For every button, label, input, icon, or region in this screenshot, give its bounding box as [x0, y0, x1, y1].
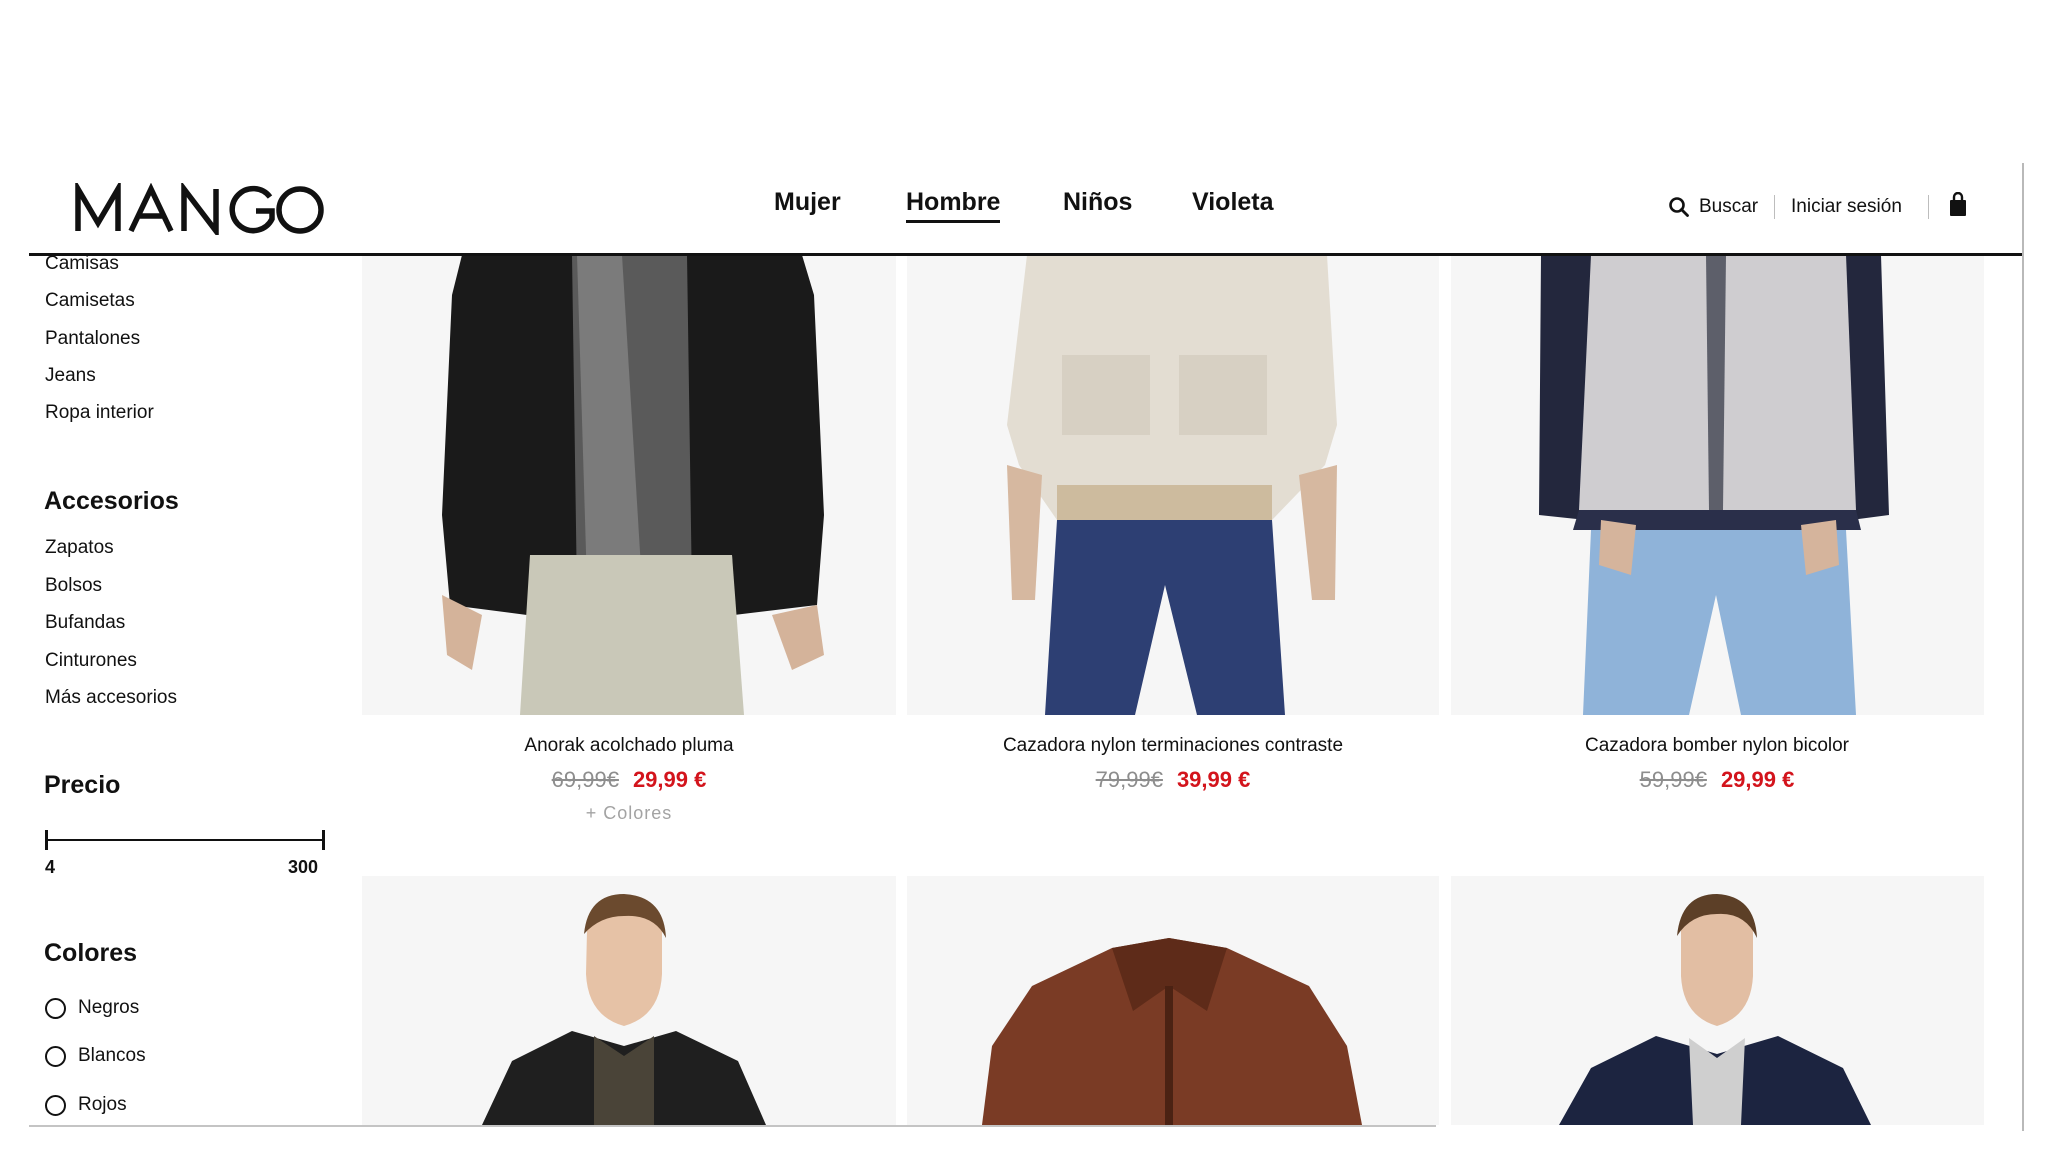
- login-link[interactable]: Iniciar sesión: [1791, 196, 1902, 218]
- color-option-blancos[interactable]: Blancos: [45, 1043, 146, 1069]
- color-option-label: Blancos: [78, 1045, 146, 1066]
- sidebar-link-camisetas[interactable]: Camisetas: [45, 290, 135, 312]
- price-slider-max-handle[interactable]: [322, 830, 325, 850]
- price-min-label: 4: [45, 857, 56, 877]
- product-photo: [442, 255, 824, 715]
- product-image-cazadora-contraste[interactable]: [907, 255, 1439, 715]
- sidebar-link-pantalones[interactable]: Pantalones: [45, 328, 140, 350]
- sidebar-link-bolsos[interactable]: Bolsos: [45, 575, 102, 597]
- product-name[interactable]: Cazadora nylon terminaciones contraste: [907, 735, 1439, 757]
- sidebar-link-camisas[interactable]: Camisas: [45, 253, 119, 275]
- product-name[interactable]: Cazadora bomber nylon bicolor: [1451, 735, 1983, 757]
- radio-button[interactable]: [45, 1045, 66, 1067]
- nav-violeta[interactable]: Violeta: [1192, 188, 1274, 217]
- product-sale-price: 29,99 €: [632, 767, 707, 792]
- shopping-bag-icon[interactable]: [1948, 192, 1968, 218]
- product-image-leather-jacket-model[interactable]: [362, 876, 896, 1125]
- sidebar-link-ropa-interior[interactable]: Ropa interior: [45, 402, 154, 424]
- header-divider-line: [29, 253, 2022, 256]
- radio-button[interactable]: [45, 997, 66, 1019]
- product-photo: [1559, 894, 1871, 1125]
- price-slider-min-handle[interactable]: [45, 830, 48, 850]
- product-card-bomber-bicolor: Cazadora bomber nylon bicolor 59,99€ 29,9…: [1451, 735, 1983, 793]
- window-edge-right: [2022, 163, 2024, 1131]
- product-name[interactable]: Anorak acolchado pluma: [363, 735, 895, 757]
- color-option-label: Negros: [78, 997, 140, 1018]
- product-image-navy-jacket-model[interactable]: [1451, 876, 1984, 1125]
- product-prices: 79,99€ 39,99 €: [907, 767, 1439, 793]
- accessories-heading: Accesorios: [44, 487, 179, 515]
- color-option-negros[interactable]: Negros: [45, 995, 139, 1021]
- window-edge-bottom: [29, 1125, 1436, 1127]
- product-card-cazadora-contraste: Cazadora nylon terminaciones contraste 7…: [907, 735, 1439, 793]
- product-image-bomber-bicolor[interactable]: [1451, 255, 1984, 715]
- price-max-label: 300: [288, 857, 319, 877]
- product-prices: 69,99€ 29,99 €: [363, 767, 895, 793]
- price-heading: Precio: [44, 771, 121, 799]
- nav-ninos[interactable]: Niños: [1063, 188, 1132, 217]
- more-colors-link[interactable]: + Colores: [363, 803, 895, 824]
- color-option-rojos[interactable]: Rojos: [45, 1092, 127, 1118]
- color-option-label: Rojos: [78, 1094, 127, 1115]
- search-link[interactable]: Buscar: [1699, 196, 1758, 218]
- product-photo: [1539, 255, 1889, 715]
- product-photo: [982, 938, 1362, 1125]
- product-old-price: 79,99€: [1095, 767, 1163, 792]
- colors-heading: Colores: [44, 939, 138, 967]
- product-old-price: 59,99€: [1639, 767, 1707, 792]
- price-range-slider[interactable]: [45, 830, 325, 852]
- header-divider: [1928, 195, 1929, 219]
- product-sale-price: 29,99 €: [1720, 767, 1795, 792]
- product-sale-price: 39,99 €: [1176, 767, 1251, 792]
- product-old-price: 69,99€: [551, 767, 619, 792]
- nav-hombre[interactable]: Hombre: [906, 188, 1001, 223]
- sidebar-link-zapatos[interactable]: Zapatos: [45, 537, 114, 559]
- product-prices: 59,99€ 29,99 €: [1451, 767, 1983, 793]
- sidebar-link-bufandas[interactable]: Bufandas: [45, 612, 125, 634]
- sidebar-link-jeans[interactable]: Jeans: [45, 365, 96, 387]
- sidebar-link-cinturones[interactable]: Cinturones: [45, 650, 137, 672]
- sidebar-link-mas-accesorios[interactable]: Más accesorios: [45, 687, 177, 709]
- product-card-anorak: Anorak acolchado pluma 69,99€ 29,99 € + C…: [363, 735, 895, 824]
- product-image-anorak[interactable]: [362, 255, 896, 715]
- mango-logo[interactable]: [74, 183, 326, 235]
- product-photo: [1007, 255, 1337, 715]
- price-slider-track: [45, 839, 325, 841]
- radio-button[interactable]: [45, 1094, 66, 1116]
- nav-mujer[interactable]: Mujer: [774, 188, 841, 217]
- product-image-leather-jacket[interactable]: [907, 876, 1439, 1125]
- header-divider: [1774, 195, 1775, 219]
- product-photo: [482, 894, 766, 1125]
- search-icon[interactable]: [1668, 196, 1690, 218]
- site-header: Mujer Hombre Niños Violeta Buscar Inicia…: [29, 163, 2022, 256]
